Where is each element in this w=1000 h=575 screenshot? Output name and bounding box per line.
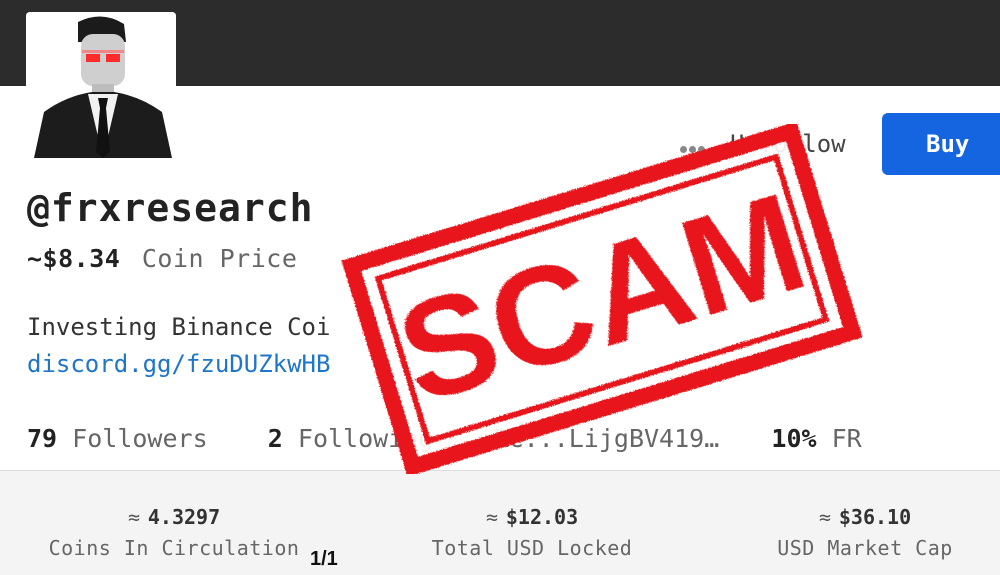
followers-count[interactable]: 79 [27, 424, 57, 453]
avatar[interactable] [26, 12, 176, 158]
followers-label[interactable]: Followers [72, 424, 207, 453]
metric-value: $36.10 [838, 505, 912, 529]
profile-handle: @frxresearch [27, 186, 314, 230]
metric-value: 4.3297 [147, 505, 221, 529]
discord-link[interactable]: discord.gg/fzuDUZkwHB [27, 350, 330, 378]
page-counter: 1/1 [310, 548, 338, 570]
coin-price-label: Coin Price [141, 244, 298, 273]
profile-stats: 79 Followers 2 Following RC...LijgBV419…… [27, 424, 862, 453]
approx-symbol: ≈ [485, 505, 498, 529]
scam-stamp-overlay: SCAM [341, 124, 863, 474]
metric-label: Coins In Circulation [48, 536, 300, 560]
avatar-portrait-image [26, 12, 176, 158]
approx-symbol: ≈ [818, 505, 831, 529]
more-dots-icon[interactable] [680, 138, 710, 153]
metric-label: Total USD Locked [431, 536, 633, 560]
metrics-bar: ≈4.3297 Coins In Circulation ≈ $12.03 Tot… [0, 471, 1000, 575]
coin-price-row: ~$8.34 Coin Price [27, 244, 297, 273]
metric-value: $12.03 [505, 505, 579, 529]
metric-label: USD Market Cap [777, 536, 953, 560]
coin-price-value: ~$8.34 [27, 244, 121, 273]
fr-label: FR [831, 424, 862, 453]
metric-coins-in-circulation: ≈4.3297 Coins In Circulation [44, 505, 304, 560]
unfollow-button[interactable]: Unfollow [730, 130, 846, 158]
following-label[interactable]: Following [298, 424, 433, 453]
approx-symbol: ≈ [127, 505, 140, 529]
fr-value: 10% [771, 424, 817, 453]
metric-usd-market-cap: ≈ $36.10 USD Market Cap [770, 505, 960, 560]
wallet-address[interactable]: RC...LijgBV419… [493, 424, 719, 453]
stamp-text: SCAM [382, 162, 822, 433]
metric-total-usd-locked: ≈ $12.03 Total USD Locked [412, 505, 652, 560]
following-count[interactable]: 2 [268, 424, 283, 453]
profile-bio: Investing Binance Coi [27, 313, 331, 341]
buy-button[interactable]: Buy [882, 113, 1000, 175]
